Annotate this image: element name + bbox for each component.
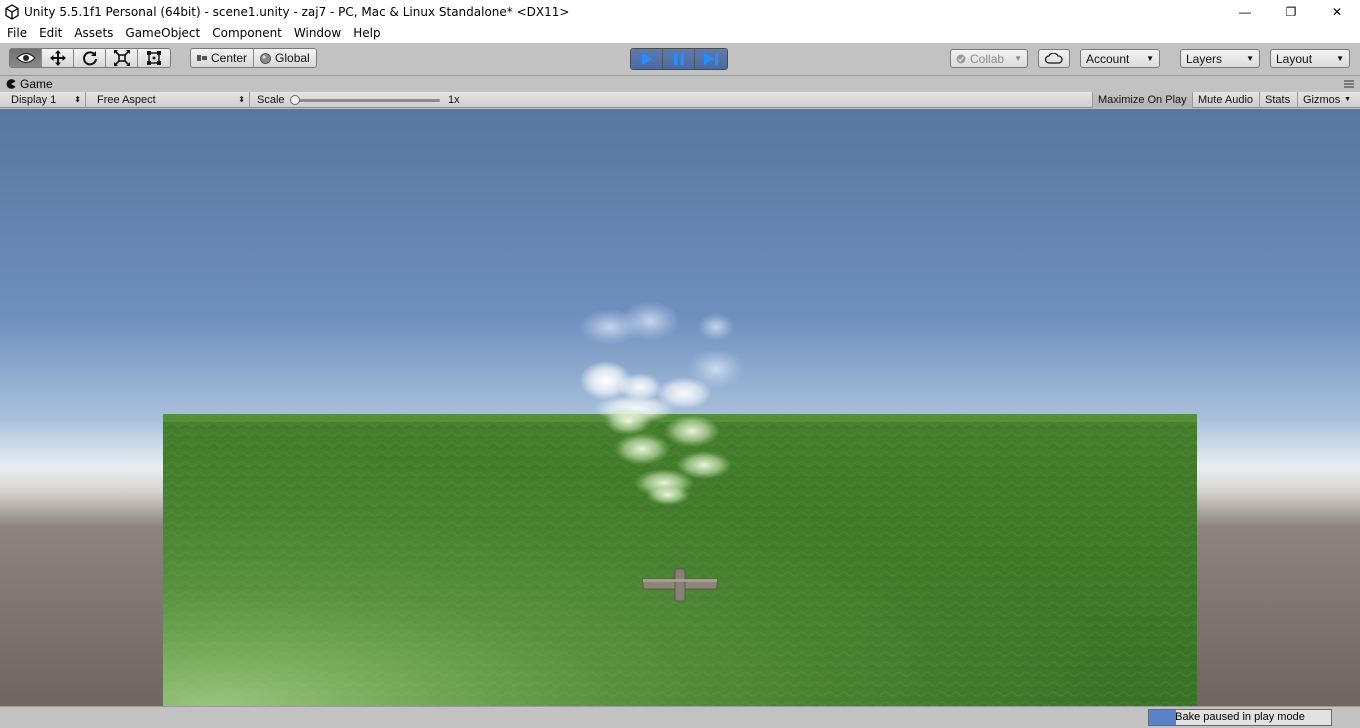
chevron-down-icon: ▼: [1246, 54, 1254, 63]
pause-icon: [673, 53, 684, 65]
step-button[interactable]: [695, 49, 727, 69]
collab-label: Collab: [970, 51, 1005, 66]
layout-label: Layout: [1276, 51, 1313, 66]
rect-transform-icon: [147, 51, 161, 65]
pivot-center-icon: [197, 55, 207, 61]
play-button[interactable]: [631, 49, 663, 69]
scale-tool-button[interactable]: [106, 49, 138, 67]
game-view-toolbar: Display 1 ⬍ Free Aspect ⬍ Scale 1x Maxim…: [0, 92, 1360, 108]
menu-assets[interactable]: Assets: [68, 24, 119, 43]
status-bar: Bake paused in play mode: [0, 706, 1360, 728]
account-label: Account: [1086, 51, 1130, 66]
mute-audio-toggle[interactable]: Mute Audio: [1192, 92, 1258, 108]
rotate-icon: [82, 51, 97, 66]
layout-dropdown[interactable]: Layout ▼: [1270, 49, 1350, 68]
pivot-global-label: Global: [275, 51, 310, 65]
pivot-global-button[interactable]: Global: [254, 49, 316, 67]
maximize-button[interactable]: ❐: [1268, 0, 1314, 24]
layers-dropdown[interactable]: Layers ▼: [1180, 49, 1260, 68]
cloud-icon: [1045, 53, 1063, 64]
chevron-down-icon: ▼: [1336, 54, 1344, 63]
display-dropdown[interactable]: Display 1 ⬍: [6, 92, 86, 108]
chevron-down-icon: ▼: [1344, 96, 1351, 103]
move-tool-button[interactable]: [42, 49, 74, 67]
scale-icon: [113, 50, 130, 66]
unity-logo-icon: [5, 4, 19, 20]
eye-icon: [15, 52, 36, 64]
collab-dropdown[interactable]: Collab ▼: [950, 49, 1028, 68]
main-toolbar: Center Global Collab ▼ Account ▼ Layers …: [0, 43, 1360, 76]
game-viewport[interactable]: [0, 109, 1360, 706]
pivot-toggles: Center Global: [190, 48, 317, 68]
cloud-services-button[interactable]: [1038, 49, 1070, 68]
window-title: Unity 5.5.1f1 Personal (64bit) - scene1.…: [24, 5, 570, 19]
view-tool-button[interactable]: [10, 49, 42, 67]
scale-value: 1x: [448, 94, 460, 106]
menu-gameobject[interactable]: GameObject: [119, 24, 206, 43]
updown-icon: ⬍: [74, 95, 81, 104]
layers-label: Layers: [1186, 51, 1223, 66]
rotate-tool-button[interactable]: [74, 49, 106, 67]
close-button[interactable]: ✕: [1314, 0, 1360, 24]
minimize-button[interactable]: —: [1222, 0, 1268, 24]
gizmos-label: Gizmos: [1303, 94, 1341, 106]
pivot-center-label: Center: [211, 51, 248, 65]
rect-tool-button[interactable]: [138, 49, 170, 67]
display-label: Display 1: [11, 94, 57, 106]
checkmark-icon: [956, 54, 966, 63]
scene-render: [0, 109, 1360, 706]
pacman-icon: [6, 79, 16, 89]
transform-tools: [9, 48, 171, 68]
account-dropdown[interactable]: Account ▼: [1080, 49, 1160, 68]
window-titlebar: Unity 5.5.1f1 Personal (64bit) - scene1.…: [0, 0, 1360, 24]
updown-icon: ⬍: [238, 95, 245, 104]
scale-slider-track[interactable]: [292, 99, 440, 102]
bake-progress-bar[interactable]: Bake paused in play mode: [1148, 709, 1332, 726]
chevron-down-icon: ▼: [1146, 54, 1154, 63]
pivot-center-button[interactable]: Center: [191, 49, 255, 67]
menu-file[interactable]: File: [0, 24, 33, 43]
menu-window[interactable]: Window: [288, 24, 347, 43]
tab-game[interactable]: Game: [6, 76, 53, 92]
playback-controls: [630, 48, 728, 70]
globe-icon: [260, 52, 271, 64]
stats-toggle[interactable]: Stats: [1259, 92, 1295, 108]
aspect-dropdown[interactable]: Free Aspect ⬍: [92, 92, 250, 108]
maximize-on-play-toggle[interactable]: Maximize On Play: [1092, 92, 1192, 108]
scale-slider-thumb[interactable]: [290, 95, 300, 105]
chevron-down-icon: ▼: [1014, 54, 1022, 63]
bake-status-label: Bake paused in play mode: [1175, 711, 1305, 723]
menu-edit[interactable]: Edit: [33, 24, 68, 43]
menu-component[interactable]: Component: [206, 24, 288, 43]
step-icon: [704, 53, 718, 65]
game-tab-bar: Game: [0, 76, 1360, 92]
move-arrows-icon: [49, 50, 66, 66]
pause-button[interactable]: [663, 49, 695, 69]
scale-label: Scale: [257, 94, 285, 106]
menu-help[interactable]: Help: [347, 24, 386, 43]
game-tab-label: Game: [20, 77, 53, 91]
aspect-label: Free Aspect: [97, 94, 156, 106]
tab-menu-icon[interactable]: [1344, 80, 1354, 88]
gizmos-dropdown[interactable]: Gizmos ▼: [1297, 92, 1353, 108]
play-icon: [641, 53, 653, 65]
menu-bar: File Edit Assets GameObject Component Wi…: [0, 24, 1360, 43]
